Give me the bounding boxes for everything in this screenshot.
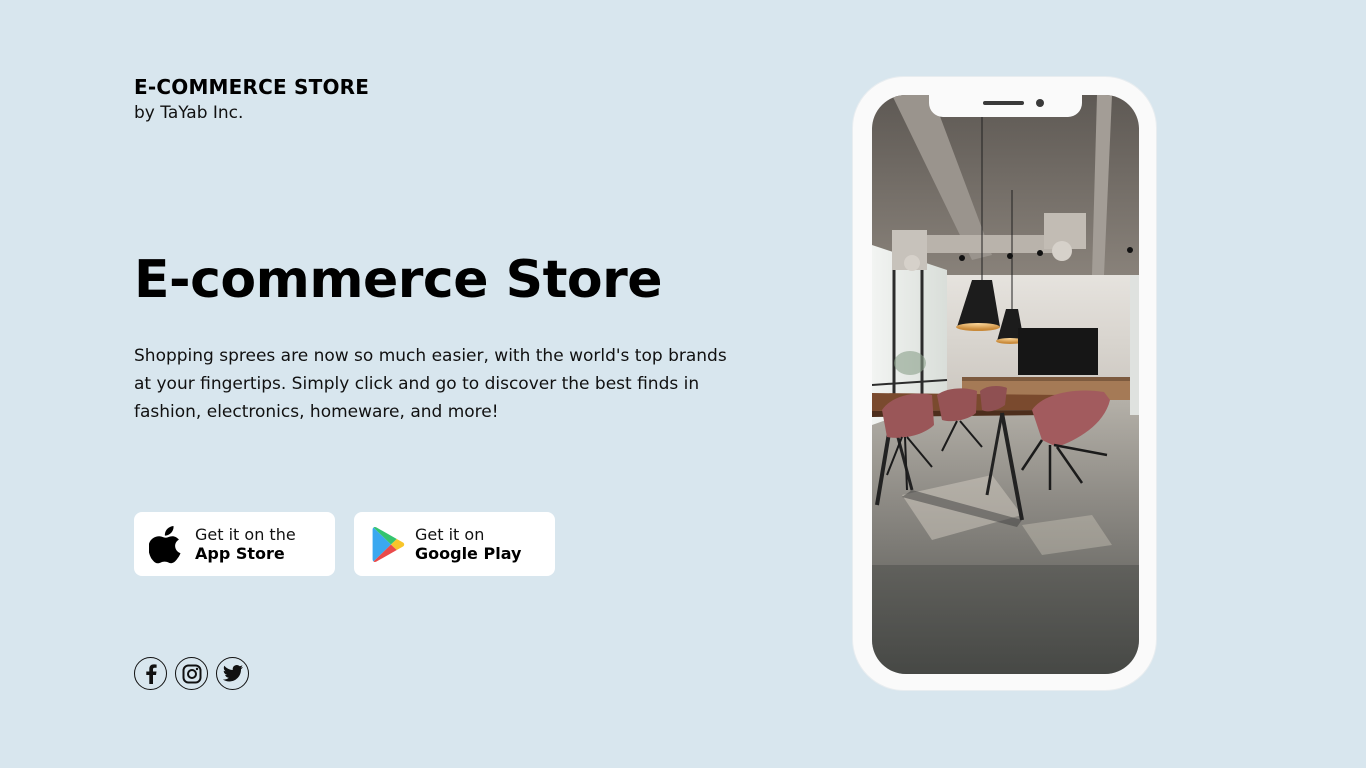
phone-notch — [929, 95, 1082, 117]
phone-mockup — [852, 76, 1157, 691]
app-store-label: App Store — [195, 544, 285, 563]
brand-title: E-COMMERCE STORE — [134, 75, 370, 99]
phone-screen-image — [872, 95, 1139, 674]
app-store-text: Get it on the App Store — [195, 525, 296, 563]
social-links — [134, 657, 249, 690]
twitter-icon[interactable] — [216, 657, 249, 690]
hero-title: E-commerce Store — [134, 250, 663, 310]
google-play-label: Google Play — [415, 544, 522, 563]
google-play-icon — [371, 524, 405, 564]
google-play-text: Get it on Google Play — [415, 525, 521, 563]
app-store-button[interactable]: Get it on the App Store — [134, 512, 335, 576]
phone-speaker — [983, 101, 1024, 105]
google-play-button[interactable]: Get it on Google Play — [354, 512, 555, 576]
google-play-small-label: Get it on — [415, 525, 485, 544]
brand-subtitle: by TaYab Inc. — [134, 103, 244, 123]
apple-icon — [148, 524, 184, 564]
instagram-icon[interactable] — [175, 657, 208, 690]
app-store-small-label: Get it on the — [195, 525, 296, 544]
facebook-icon[interactable] — [134, 657, 167, 690]
brand-header: E-COMMERCE STORE by TaYab Inc. — [134, 74, 369, 126]
phone-camera — [1036, 99, 1044, 107]
hero-description: Shopping sprees are now so much easier, … — [134, 346, 727, 422]
